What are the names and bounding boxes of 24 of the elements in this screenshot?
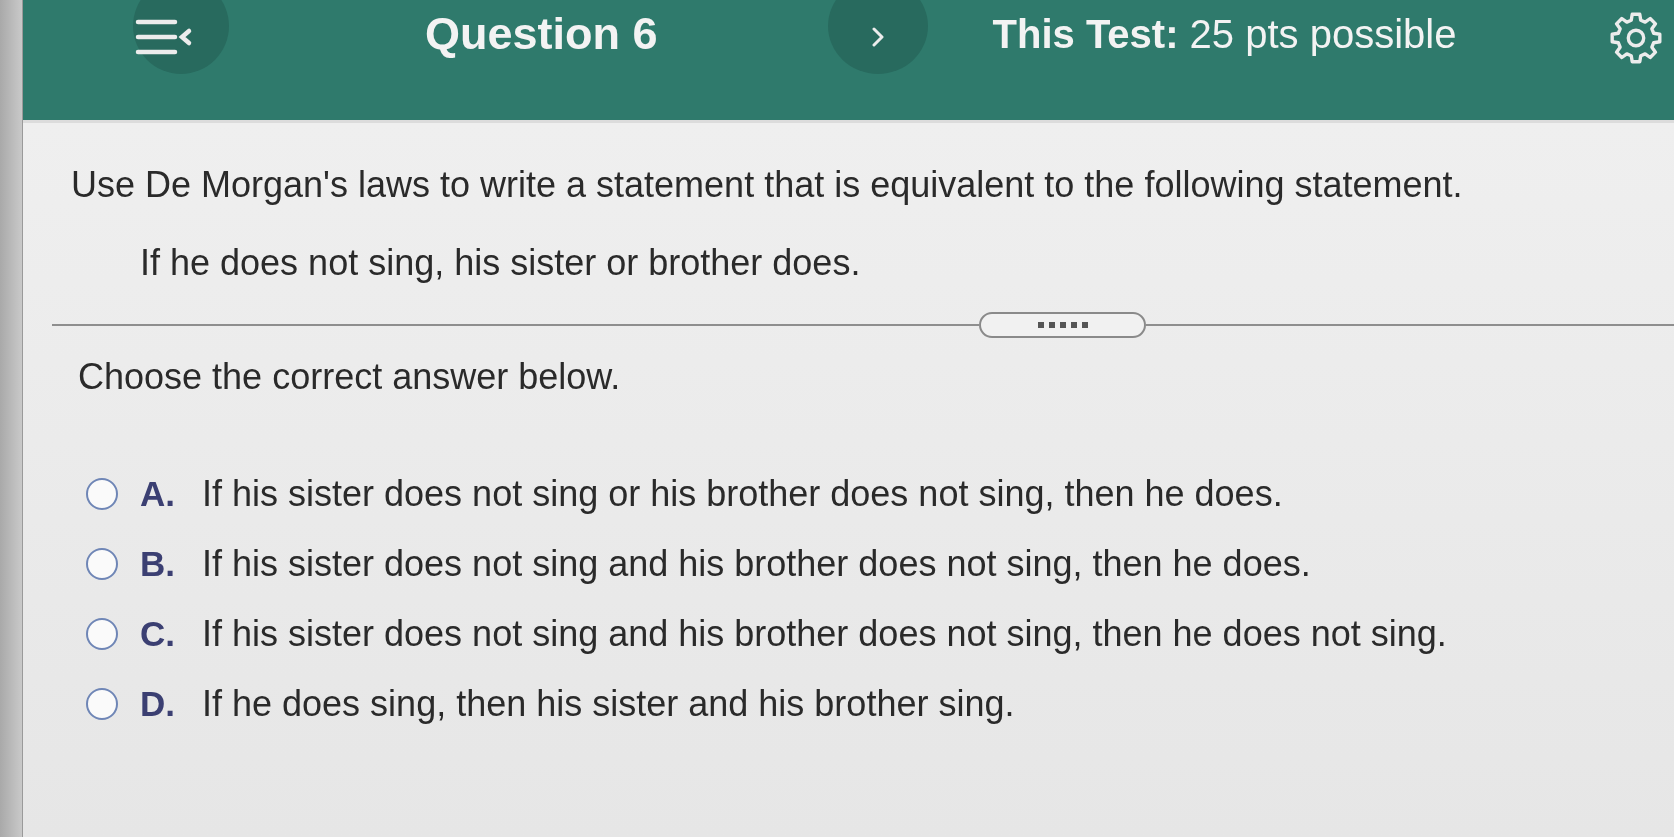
radio-button[interactable] [86,688,118,720]
question-title: Question 6 [425,8,658,60]
question-statement: If he does not sing, his sister or brother does. [140,243,862,283]
radio-button[interactable] [86,548,118,580]
chevron-right-icon [871,27,884,47]
settings-icon [1609,11,1663,65]
answer-instruction: Choose the correct answer below. [78,357,622,397]
question-prompt: Use De Morgan's laws to write a statement that is equivalent to the following statement. [71,165,1464,205]
dots-icon [1037,322,1088,328]
option-letter: C. [140,614,176,654]
option-text[interactable]: If his sister does not sing and his brother does not sing, then he does. [202,544,1311,584]
radio-button[interactable] [86,618,118,650]
option-letter: D. [140,684,176,724]
question-menu-button[interactable] [133,0,229,74]
settings-button[interactable] [1608,10,1664,66]
menu-collapse-icon [135,17,193,57]
option-text[interactable]: If his sister does not sing and his brother does not sing, then he does not sing. [202,614,1447,654]
option-text[interactable]: If he does sing, then his sister and his brother sing. [202,684,1015,724]
expand-button[interactable] [979,312,1146,338]
option-text[interactable]: If his sister does not sing or his brother does not sing, then he does. [202,474,1283,514]
option-letter: B. [140,544,176,584]
test-points: This Test: 25 pts possible [992,11,1457,58]
radio-button[interactable] [86,478,118,510]
option-letter: A. [140,474,176,514]
